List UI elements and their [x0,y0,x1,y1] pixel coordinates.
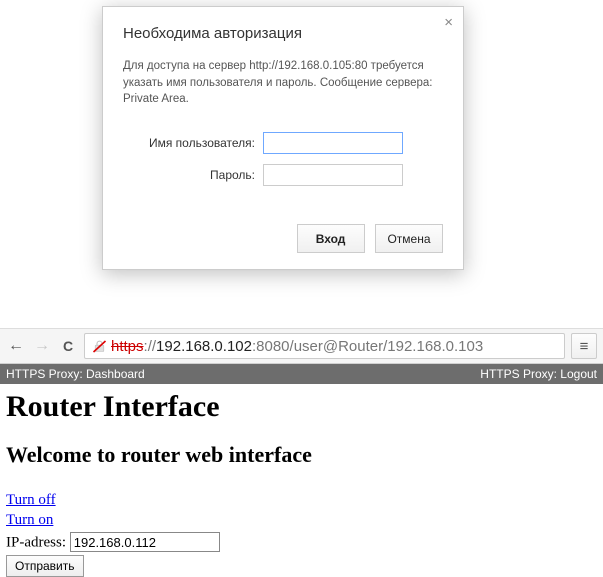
password-row: Пароль: [123,164,443,186]
url-scheme: https [111,338,144,355]
auth-dialog: × Необходима авторизация Для доступа на … [102,6,464,270]
username-label: Имя пользователя: [123,136,263,150]
dialog-title: Необходима авторизация [103,7,463,48]
username-row: Имя пользователя: [123,132,443,154]
login-button[interactable]: Вход [297,224,365,253]
url-rest: :8080/user@Router/192.168.0.103 [252,338,483,355]
insecure-lock-icon [91,338,107,354]
reload-icon[interactable]: C [58,336,78,356]
forward-icon: → [32,336,52,356]
browser-toolbar: ← → C https://192.168.0.102:8080/user@Ro… [0,328,603,364]
ip-label: IP-adress: [6,535,70,551]
menu-icon[interactable]: ≡ [571,333,597,359]
url-host: 192.168.0.102 [156,338,252,355]
close-icon[interactable]: × [444,15,453,30]
address-bar[interactable]: https://192.168.0.102:8080/user@Router/1… [84,333,565,359]
dialog-form: Имя пользователя: Пароль: [103,108,463,206]
page-content: Router Interface Welcome to router web i… [6,390,596,577]
proxy-bar: HTTPS Proxy: Dashboard HTTPS Proxy: Logo… [0,364,603,384]
proxy-dashboard-label[interactable]: HTTPS Proxy: Dashboard [6,367,145,381]
turn-on-link[interactable]: Turn on [6,512,53,528]
page-title: Router Interface [6,390,596,424]
ip-input[interactable] [70,532,220,552]
page-subtitle: Welcome to router web interface [6,442,596,468]
username-input[interactable] [263,132,403,154]
turn-off-link[interactable]: Turn off [6,492,56,508]
ip-row: IP-adress: [6,532,596,552]
password-input[interactable] [263,164,403,186]
submit-button[interactable]: Отправить [6,555,84,577]
dialog-actions: Вход Отмена [103,206,463,269]
url-sep: :// [144,338,157,355]
back-icon[interactable]: ← [6,336,26,356]
cancel-button[interactable]: Отмена [375,224,443,253]
proxy-logout-link[interactable]: HTTPS Proxy: Logout [480,367,597,381]
password-label: Пароль: [123,168,263,182]
dialog-message: Для доступа на сервер http://192.168.0.1… [103,48,463,108]
